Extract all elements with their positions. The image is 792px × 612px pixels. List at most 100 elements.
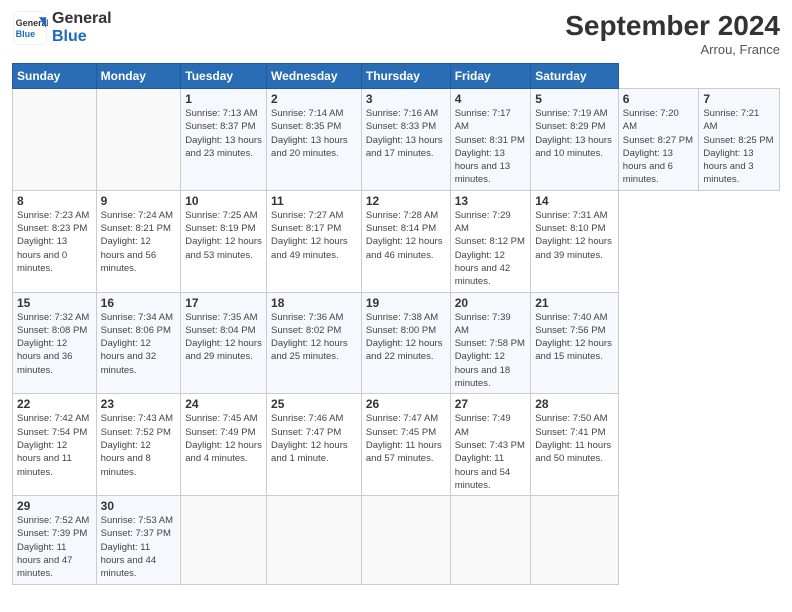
day-number: 7 — [703, 92, 775, 106]
calendar-cell: 11Sunrise: 7:27 AMSunset: 8:17 PMDayligh… — [267, 190, 362, 292]
calendar-cell: 15Sunrise: 7:32 AMSunset: 8:08 PMDayligh… — [13, 292, 97, 394]
day-info: Sunrise: 7:34 AMSunset: 8:06 PMDaylight:… — [101, 311, 177, 377]
day-info: Sunrise: 7:47 AMSunset: 7:45 PMDaylight:… — [366, 412, 446, 465]
day-info: Sunrise: 7:17 AMSunset: 8:31 PMDaylight:… — [455, 107, 527, 187]
week-row-2: 15Sunrise: 7:32 AMSunset: 8:08 PMDayligh… — [13, 292, 780, 394]
day-number: 14 — [535, 194, 614, 208]
day-number: 20 — [455, 296, 527, 310]
day-info: Sunrise: 7:13 AMSunset: 8:37 PMDaylight:… — [185, 107, 262, 160]
day-number: 26 — [366, 397, 446, 411]
day-info: Sunrise: 7:27 AMSunset: 8:17 PMDaylight:… — [271, 209, 357, 262]
calendar-cell: 23Sunrise: 7:43 AMSunset: 7:52 PMDayligh… — [96, 394, 181, 496]
day-info: Sunrise: 7:45 AMSunset: 7:49 PMDaylight:… — [185, 412, 262, 465]
day-number: 11 — [271, 194, 357, 208]
calendar-cell — [13, 89, 97, 191]
calendar-cell: 8Sunrise: 7:23 AMSunset: 8:23 PMDaylight… — [13, 190, 97, 292]
calendar-cell: 25Sunrise: 7:46 AMSunset: 7:47 PMDayligh… — [267, 394, 362, 496]
calendar-cell: 13Sunrise: 7:29 AMSunset: 8:12 PMDayligh… — [450, 190, 531, 292]
calendar-cell: 12Sunrise: 7:28 AMSunset: 8:14 PMDayligh… — [361, 190, 450, 292]
week-row-1: 8Sunrise: 7:23 AMSunset: 8:23 PMDaylight… — [13, 190, 780, 292]
calendar-cell: 4Sunrise: 7:17 AMSunset: 8:31 PMDaylight… — [450, 89, 531, 191]
calendar-cell: 2Sunrise: 7:14 AMSunset: 8:35 PMDaylight… — [267, 89, 362, 191]
col-header-wednesday: Wednesday — [267, 64, 362, 89]
day-number: 1 — [185, 92, 262, 106]
day-number: 23 — [101, 397, 177, 411]
day-info: Sunrise: 7:52 AMSunset: 7:39 PMDaylight:… — [17, 514, 92, 580]
day-number: 15 — [17, 296, 92, 310]
calendar-cell: 20Sunrise: 7:39 AMSunset: 7:58 PMDayligh… — [450, 292, 531, 394]
day-number: 8 — [17, 194, 92, 208]
calendar-cell: 19Sunrise: 7:38 AMSunset: 8:00 PMDayligh… — [361, 292, 450, 394]
day-number: 16 — [101, 296, 177, 310]
month-title: September 2024 — [565, 10, 780, 42]
calendar-cell: 18Sunrise: 7:36 AMSunset: 8:02 PMDayligh… — [267, 292, 362, 394]
day-info: Sunrise: 7:46 AMSunset: 7:47 PMDaylight:… — [271, 412, 357, 465]
col-header-saturday: Saturday — [531, 64, 619, 89]
calendar-cell: 7Sunrise: 7:21 AMSunset: 8:25 PMDaylight… — [699, 89, 780, 191]
logo-blue: Blue — [52, 28, 112, 46]
calendar-cell: 22Sunrise: 7:42 AMSunset: 7:54 PMDayligh… — [13, 394, 97, 496]
calendar-cell: 24Sunrise: 7:45 AMSunset: 7:49 PMDayligh… — [181, 394, 267, 496]
calendar-cell: 1Sunrise: 7:13 AMSunset: 8:37 PMDaylight… — [181, 89, 267, 191]
day-info: Sunrise: 7:16 AMSunset: 8:33 PMDaylight:… — [366, 107, 446, 160]
calendar-cell — [96, 89, 181, 191]
day-number: 13 — [455, 194, 527, 208]
calendar-cell: 28Sunrise: 7:50 AMSunset: 7:41 PMDayligh… — [531, 394, 619, 496]
week-row-4: 29Sunrise: 7:52 AMSunset: 7:39 PMDayligh… — [13, 496, 780, 584]
calendar-cell: 27Sunrise: 7:49 AMSunset: 7:43 PMDayligh… — [450, 394, 531, 496]
day-info: Sunrise: 7:49 AMSunset: 7:43 PMDaylight:… — [455, 412, 527, 492]
calendar-cell: 3Sunrise: 7:16 AMSunset: 8:33 PMDaylight… — [361, 89, 450, 191]
calendar-cell: 9Sunrise: 7:24 AMSunset: 8:21 PMDaylight… — [96, 190, 181, 292]
title-block: September 2024 Arrou, France — [565, 10, 780, 57]
day-number: 4 — [455, 92, 527, 106]
day-info: Sunrise: 7:31 AMSunset: 8:10 PMDaylight:… — [535, 209, 614, 262]
day-info: Sunrise: 7:28 AMSunset: 8:14 PMDaylight:… — [366, 209, 446, 262]
col-header-thursday: Thursday — [361, 64, 450, 89]
calendar-table: SundayMondayTuesdayWednesdayThursdayFrid… — [12, 63, 780, 585]
day-number: 24 — [185, 397, 262, 411]
week-row-3: 22Sunrise: 7:42 AMSunset: 7:54 PMDayligh… — [13, 394, 780, 496]
day-number: 17 — [185, 296, 262, 310]
calendar-cell: 17Sunrise: 7:35 AMSunset: 8:04 PMDayligh… — [181, 292, 267, 394]
day-info: Sunrise: 7:32 AMSunset: 8:08 PMDaylight:… — [17, 311, 92, 377]
day-info: Sunrise: 7:20 AMSunset: 8:27 PMDaylight:… — [623, 107, 695, 187]
week-row-0: 1Sunrise: 7:13 AMSunset: 8:37 PMDaylight… — [13, 89, 780, 191]
day-info: Sunrise: 7:36 AMSunset: 8:02 PMDaylight:… — [271, 311, 357, 364]
day-number: 19 — [366, 296, 446, 310]
day-info: Sunrise: 7:40 AMSunset: 7:56 PMDaylight:… — [535, 311, 614, 364]
day-info: Sunrise: 7:39 AMSunset: 7:58 PMDaylight:… — [455, 311, 527, 391]
day-info: Sunrise: 7:14 AMSunset: 8:35 PMDaylight:… — [271, 107, 357, 160]
day-number: 12 — [366, 194, 446, 208]
col-header-tuesday: Tuesday — [181, 64, 267, 89]
calendar-cell — [181, 496, 267, 584]
day-info: Sunrise: 7:35 AMSunset: 8:04 PMDaylight:… — [185, 311, 262, 364]
calendar-cell: 29Sunrise: 7:52 AMSunset: 7:39 PMDayligh… — [13, 496, 97, 584]
day-info: Sunrise: 7:53 AMSunset: 7:37 PMDaylight:… — [101, 514, 177, 580]
day-number: 3 — [366, 92, 446, 106]
calendar-cell: 16Sunrise: 7:34 AMSunset: 8:06 PMDayligh… — [96, 292, 181, 394]
day-info: Sunrise: 7:29 AMSunset: 8:12 PMDaylight:… — [455, 209, 527, 289]
day-info: Sunrise: 7:19 AMSunset: 8:29 PMDaylight:… — [535, 107, 614, 160]
day-number: 10 — [185, 194, 262, 208]
col-header-sunday: Sunday — [13, 64, 97, 89]
logo: General Blue General Blue — [12, 10, 112, 46]
day-info: Sunrise: 7:50 AMSunset: 7:41 PMDaylight:… — [535, 412, 614, 465]
day-number: 21 — [535, 296, 614, 310]
svg-text:Blue: Blue — [16, 29, 36, 39]
day-number: 22 — [17, 397, 92, 411]
day-number: 9 — [101, 194, 177, 208]
calendar-cell — [267, 496, 362, 584]
calendar-cell: 6Sunrise: 7:20 AMSunset: 8:27 PMDaylight… — [618, 89, 699, 191]
day-info: Sunrise: 7:43 AMSunset: 7:52 PMDaylight:… — [101, 412, 177, 478]
calendar-cell — [531, 496, 619, 584]
day-number: 30 — [101, 499, 177, 513]
location: Arrou, France — [565, 42, 780, 57]
calendar-cell: 21Sunrise: 7:40 AMSunset: 7:56 PMDayligh… — [531, 292, 619, 394]
logo-general: General — [52, 10, 112, 28]
day-number: 28 — [535, 397, 614, 411]
calendar-cell: 14Sunrise: 7:31 AMSunset: 8:10 PMDayligh… — [531, 190, 619, 292]
calendar-cell: 5Sunrise: 7:19 AMSunset: 8:29 PMDaylight… — [531, 89, 619, 191]
day-number: 5 — [535, 92, 614, 106]
day-number: 29 — [17, 499, 92, 513]
calendar-page: General Blue General Blue September 2024… — [0, 0, 792, 612]
